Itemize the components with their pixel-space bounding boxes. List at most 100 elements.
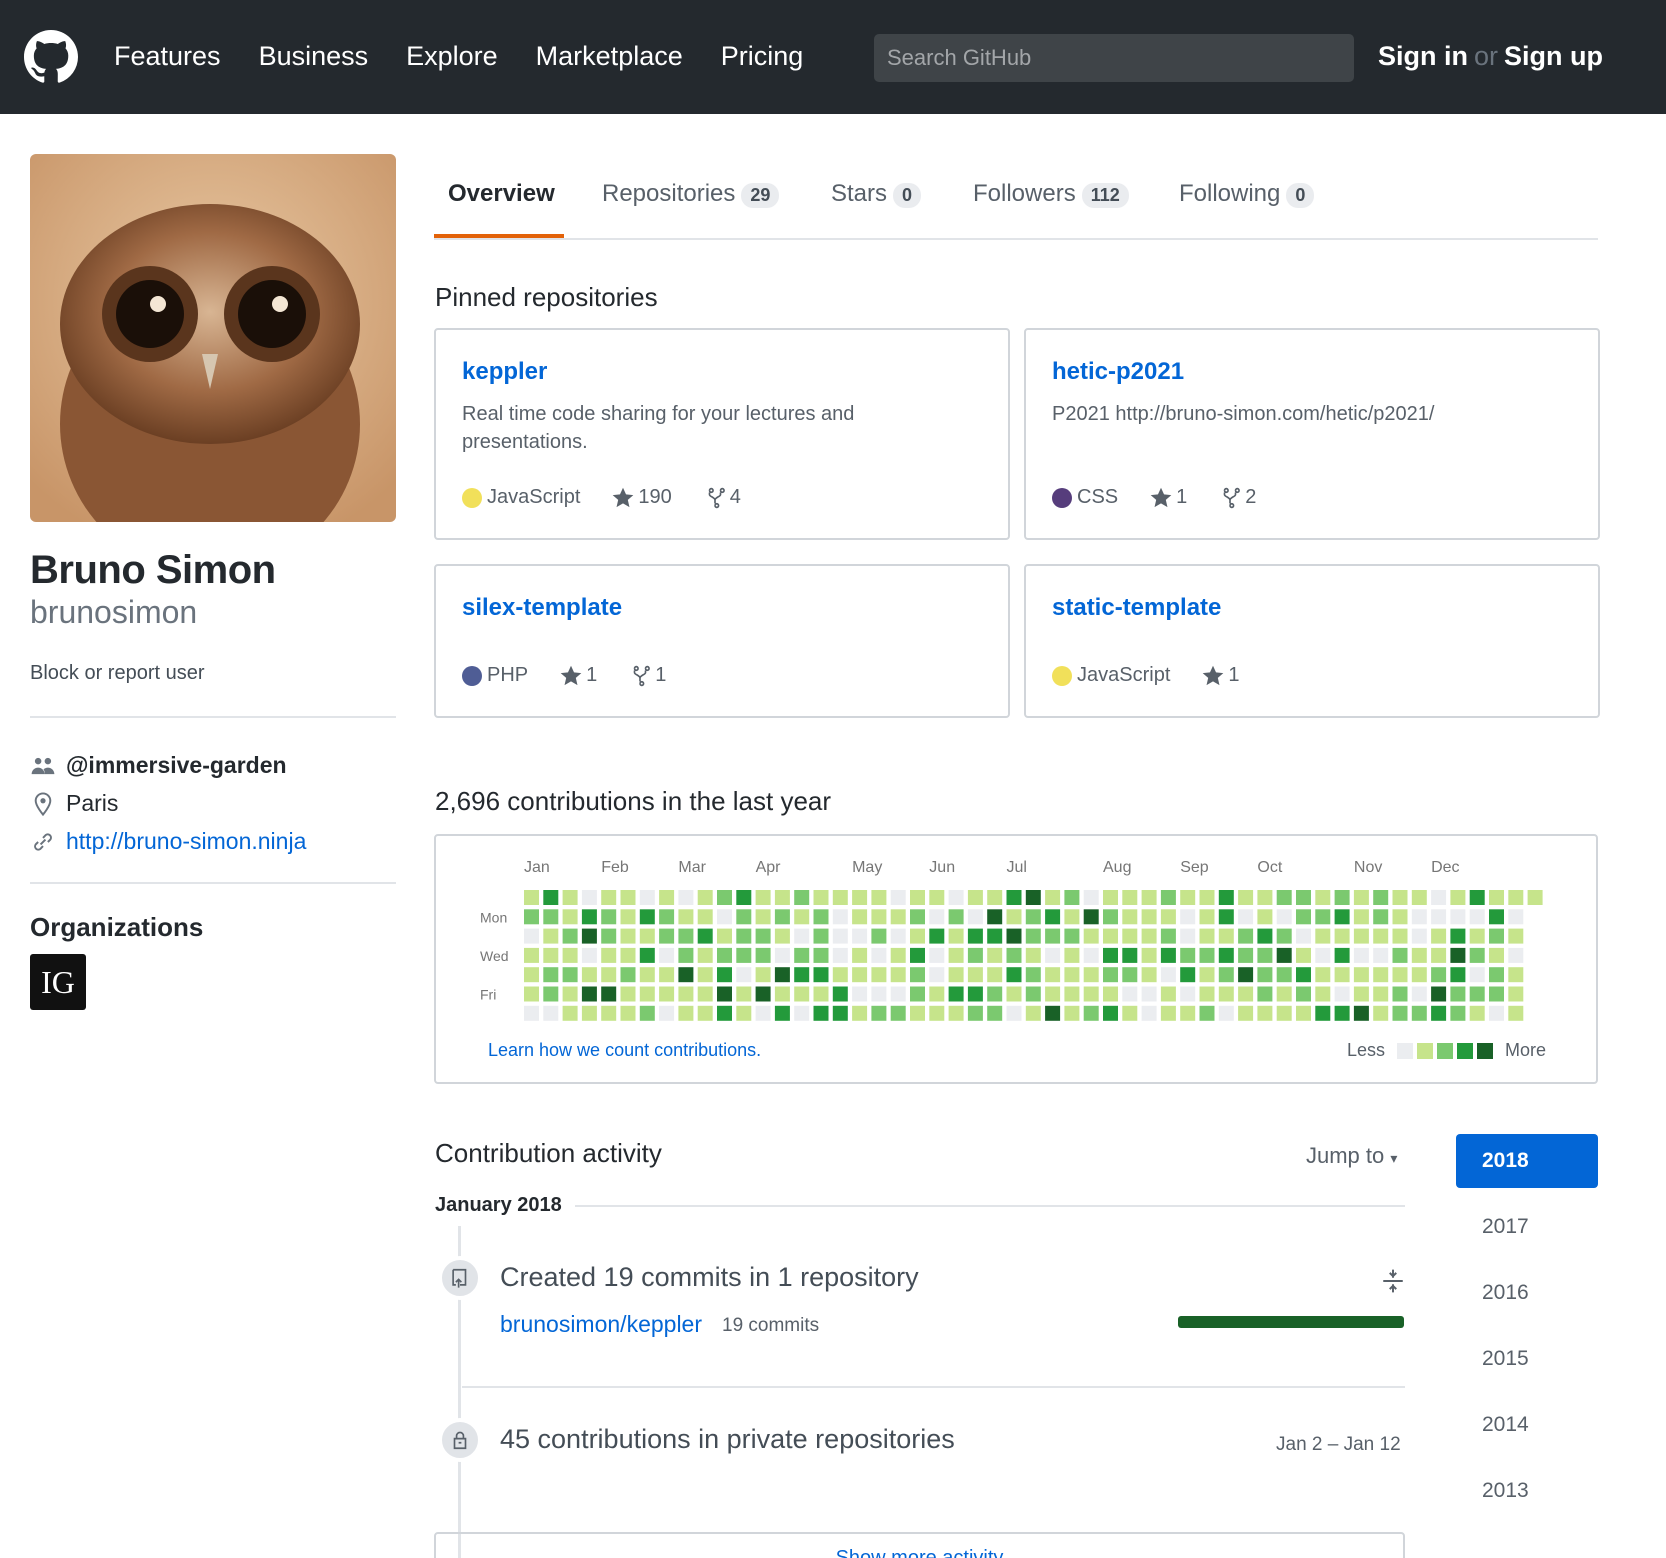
contribution-day[interactable] (620, 928, 636, 944)
contribution-day[interactable] (736, 909, 752, 925)
contribution-day[interactable] (967, 947, 983, 963)
contribution-day[interactable] (813, 986, 829, 1002)
contribution-day[interactable] (871, 890, 887, 905)
contribution-day[interactable] (948, 1005, 964, 1021)
contribution-day[interactable] (1083, 928, 1099, 944)
contribution-day[interactable] (562, 909, 578, 925)
contribution-day[interactable] (1218, 890, 1234, 905)
contribution-day[interactable] (1334, 890, 1350, 905)
contribution-day[interactable] (1353, 947, 1369, 963)
year-link[interactable]: 2015 (1456, 1332, 1598, 1386)
contribution-day[interactable] (659, 909, 675, 925)
contribution-day[interactable] (1508, 967, 1524, 983)
contribution-day[interactable] (890, 967, 906, 983)
contribution-day[interactable] (1025, 967, 1041, 983)
contribution-day[interactable] (697, 986, 713, 1002)
contribution-day[interactable] (832, 928, 848, 944)
contribution-day[interactable] (1160, 986, 1176, 1002)
contribution-day[interactable] (543, 1005, 559, 1021)
contribution-day[interactable] (601, 909, 617, 925)
repo-forks[interactable]: 2 (1219, 486, 1256, 509)
contribution-day[interactable] (910, 909, 925, 925)
contribution-day[interactable] (678, 986, 694, 1002)
contribution-day[interactable] (1238, 890, 1254, 905)
contribution-day[interactable] (581, 909, 597, 925)
contribution-day[interactable] (890, 947, 906, 963)
year-link[interactable]: 2017 (1456, 1200, 1598, 1254)
contribution-day[interactable] (1411, 909, 1427, 925)
contribution-day[interactable] (562, 986, 578, 1002)
contribution-day[interactable] (717, 986, 732, 1002)
contribution-day[interactable] (1006, 890, 1022, 905)
contribution-day[interactable] (678, 947, 694, 963)
contribution-day[interactable] (987, 928, 1003, 944)
contribution-day[interactable] (1218, 967, 1234, 983)
contribution-day[interactable] (774, 928, 790, 944)
contribution-day[interactable] (929, 1005, 945, 1021)
repo-forks[interactable]: 1 (629, 664, 666, 687)
contribution-day[interactable] (1296, 928, 1311, 944)
contribution-day[interactable] (678, 967, 694, 983)
contribution-day[interactable] (659, 1005, 675, 1021)
contribution-day[interactable] (871, 928, 887, 944)
contribution-day[interactable] (1199, 1005, 1215, 1021)
contribution-day[interactable] (774, 967, 790, 983)
contribution-day[interactable] (852, 1005, 868, 1021)
contribution-day[interactable] (1489, 890, 1504, 905)
contribution-day[interactable] (1103, 947, 1118, 963)
contribution-day[interactable] (1489, 947, 1504, 963)
contribution-day[interactable] (697, 928, 713, 944)
contribution-day[interactable] (1373, 909, 1389, 925)
contribution-day[interactable] (1180, 947, 1196, 963)
contribution-day[interactable] (813, 967, 829, 983)
contribution-day[interactable] (755, 1005, 771, 1021)
contribution-day[interactable] (871, 1005, 887, 1021)
org-avatar-immersive-garden[interactable]: IG (30, 954, 86, 1010)
contribution-day[interactable] (1392, 986, 1408, 1002)
contribution-day[interactable] (562, 928, 578, 944)
contribution-day[interactable] (1006, 928, 1022, 944)
contribution-day[interactable] (1160, 909, 1176, 925)
contribution-day[interactable] (1508, 947, 1524, 963)
contribution-day[interactable] (1180, 1005, 1196, 1021)
contribution-day[interactable] (774, 890, 790, 905)
contribution-day[interactable] (678, 1005, 694, 1021)
contribution-day[interactable] (910, 967, 925, 983)
contribution-day[interactable] (1431, 967, 1447, 983)
contribution-day[interactable] (1083, 967, 1099, 983)
contribution-day[interactable] (987, 967, 1003, 983)
contribution-day[interactable] (813, 928, 829, 944)
contribution-day[interactable] (794, 967, 810, 983)
contribution-day[interactable] (832, 890, 848, 905)
tab-stars[interactable]: Stars 0 (831, 180, 922, 208)
contribution-day[interactable] (1373, 890, 1389, 905)
contribution-day[interactable] (639, 967, 655, 983)
contribution-day[interactable] (1045, 909, 1061, 925)
contribution-day[interactable] (794, 1005, 810, 1021)
contribution-day[interactable] (639, 909, 655, 925)
contribution-day[interactable] (543, 947, 559, 963)
contribution-day[interactable] (948, 890, 964, 905)
contribution-day[interactable] (1006, 909, 1022, 925)
contribution-day[interactable] (581, 947, 597, 963)
contribution-day[interactable] (1064, 986, 1080, 1002)
contribution-day[interactable] (1199, 986, 1215, 1002)
contribution-day[interactable] (524, 967, 539, 983)
contribution-day[interactable] (929, 890, 945, 905)
contribution-day[interactable] (639, 928, 655, 944)
contribution-day[interactable] (774, 909, 790, 925)
contribution-day[interactable] (1276, 928, 1292, 944)
contribution-day[interactable] (1238, 947, 1254, 963)
show-more-activity-button[interactable]: Show more activity (434, 1532, 1405, 1558)
contribution-day[interactable] (1353, 1005, 1369, 1021)
nav-explore[interactable]: Explore (406, 36, 498, 76)
contribution-day[interactable] (601, 1005, 617, 1021)
contribution-day[interactable] (1315, 1005, 1331, 1021)
contribution-day[interactable] (1508, 1005, 1524, 1021)
contribution-day[interactable] (659, 947, 675, 963)
contribution-day[interactable] (794, 986, 810, 1002)
contribution-day[interactable] (1045, 1005, 1061, 1021)
contribution-day[interactable] (794, 947, 810, 963)
contribution-day[interactable] (852, 967, 868, 983)
contribution-day[interactable] (524, 1005, 539, 1021)
